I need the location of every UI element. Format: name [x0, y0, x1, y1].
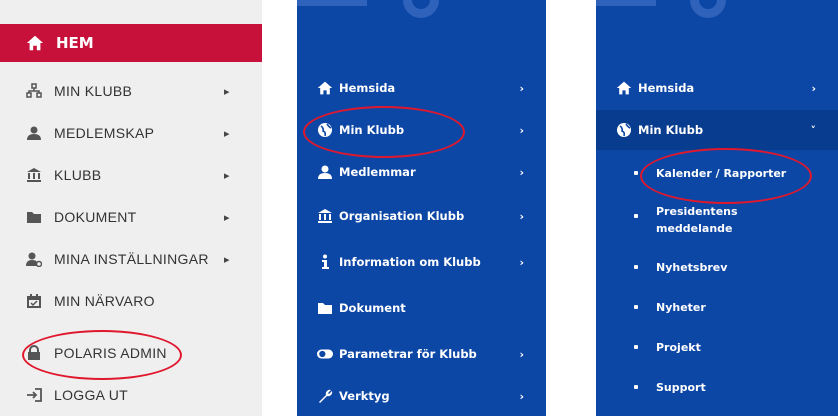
chevron-right-icon: › [519, 255, 524, 269]
nav-item-min-narvaro[interactable]: MIN NÄRVARO [0, 282, 262, 320]
subnav-label: Projekt [656, 340, 701, 354]
subnav-label-line2: meddelande [656, 222, 733, 235]
nav-label: LOGGA UT [54, 387, 128, 403]
subnav-item-nyheter[interactable]: Nyheter [596, 294, 838, 320]
globe-icon [617, 123, 631, 137]
subnav-item-support[interactable]: Support [596, 374, 838, 400]
bullet-icon [634, 214, 638, 218]
chevron-right-icon: › [519, 389, 524, 403]
highlight-circle [640, 148, 812, 204]
nav-label: Parametrar för Klubb [339, 347, 477, 361]
bullet-icon [634, 385, 638, 389]
bullet-icon [634, 305, 638, 309]
nav-label: Information om Klubb [339, 255, 481, 269]
bullet-icon [634, 265, 638, 269]
nav-item-medlemmar[interactable]: Medlemmar › [297, 152, 546, 192]
toggle-icon [317, 349, 333, 359]
sidebar-blue-expanded: Hemsida › Min Klubb ˅ Kalender / Rapport… [596, 0, 838, 416]
highlight-circle [22, 330, 182, 380]
bullet-icon [634, 345, 638, 349]
nav-item-verktyg[interactable]: Verktyg › [297, 376, 546, 416]
nav-item-information-om-klubb[interactable]: Information om Klubb › [297, 242, 546, 282]
chevron-right-icon: › [519, 209, 524, 223]
nav-label: Organisation Klubb [339, 209, 465, 223]
sidebar-blue-collapsed: Hemsida › Min Klubb › Medlemmar › Organi… [297, 0, 546, 416]
nav-label: MIN NÄRVARO [54, 293, 155, 309]
nav-label: Hemsida [339, 81, 396, 95]
nav-label: HEM [56, 34, 94, 52]
calendar-icon [27, 294, 41, 308]
nav-item-medlemskap[interactable]: MEDLEMSKAP ▸ [0, 114, 262, 152]
user-cog-icon [26, 252, 42, 267]
rotary-wheel-icon [297, 0, 439, 18]
chevron-down-icon: ˅ [810, 123, 817, 137]
subnav-label: Nyhetsbrev [656, 260, 728, 274]
nav-label: Dokument [339, 301, 406, 315]
nav-item-parametrar-for-klubb[interactable]: Parametrar för Klubb › [297, 334, 546, 374]
user-icon [318, 165, 332, 179]
nav-item-mina-installningar[interactable]: MINA INSTÄLLNINGAR ▸ [0, 240, 262, 278]
chevron-right-icon: ▸ [224, 169, 230, 182]
nav-item-hemsida[interactable]: Hemsida › [596, 68, 838, 108]
chevron-right-icon: › [519, 123, 524, 137]
nav-item-organisation-klubb[interactable]: Organisation Klubb › [297, 196, 546, 236]
rotary-wheel-icon [596, 0, 726, 18]
subnav-label: Presidentens meddelande [656, 203, 738, 237]
nav-label: Hemsida [638, 81, 695, 95]
home-icon [616, 81, 632, 95]
nav-label: Verktyg [339, 389, 390, 403]
user-icon [27, 126, 41, 140]
sidebar-light: HEM MIN KLUBB ▸ MEDLEMSKAP ▸ KLUBB ▸ DOK… [0, 0, 262, 416]
bullet-icon [634, 171, 638, 175]
subnav-label: Support [656, 380, 706, 394]
institution-icon [27, 168, 41, 182]
nav-item-min-klubb[interactable]: MIN KLUBB ▸ [0, 72, 262, 110]
nav-item-logga-ut[interactable]: LOGGA UT [0, 376, 262, 414]
nav-item-hem[interactable]: HEM [0, 24, 262, 62]
nav-label: Medlemmar [339, 165, 416, 179]
folder-icon [27, 212, 41, 223]
sitemap-icon [26, 83, 42, 98]
subnav-item-nyhetsbrev[interactable]: Nyhetsbrev [596, 254, 838, 280]
home-icon [317, 81, 333, 95]
nav-label: MIN KLUBB [54, 83, 133, 99]
nav-item-dokument[interactable]: Dokument [297, 288, 546, 328]
subnav-label-line1: Presidentens [656, 205, 738, 218]
nav-item-hemsida[interactable]: Hemsida › [297, 68, 546, 108]
highlight-circle [303, 106, 465, 158]
chevron-right-icon: › [811, 81, 816, 95]
logout-icon [27, 388, 42, 402]
nav-item-min-klubb[interactable]: Min Klubb ˅ [596, 110, 838, 150]
nav-label: MEDLEMSKAP [54, 125, 155, 141]
chevron-right-icon: ▸ [224, 127, 230, 140]
nav-label: KLUBB [54, 167, 102, 183]
info-icon [322, 254, 329, 269]
chevron-right-icon: › [519, 347, 524, 361]
chevron-right-icon: ▸ [224, 253, 230, 266]
subnav-item-projekt[interactable]: Projekt [596, 334, 838, 360]
nav-label: Min Klubb [638, 123, 704, 137]
folder-icon [318, 303, 332, 314]
home-icon [26, 35, 44, 51]
chevron-right-icon: › [519, 165, 524, 179]
nav-item-klubb[interactable]: KLUBB ▸ [0, 156, 262, 194]
chevron-right-icon: ▸ [224, 85, 230, 98]
institution-icon [318, 209, 332, 223]
chevron-right-icon: ▸ [224, 211, 230, 224]
subnav-label: Nyheter [656, 300, 706, 314]
chevron-right-icon: › [519, 81, 524, 95]
nav-label: MINA INSTÄLLNINGAR [54, 251, 209, 267]
nav-item-dokument[interactable]: DOKUMENT ▸ [0, 198, 262, 236]
wrench-icon [319, 389, 333, 403]
nav-label: DOKUMENT [54, 209, 137, 225]
subnav-item-presidentens-meddelande[interactable]: Presidentens meddelande [596, 200, 838, 240]
